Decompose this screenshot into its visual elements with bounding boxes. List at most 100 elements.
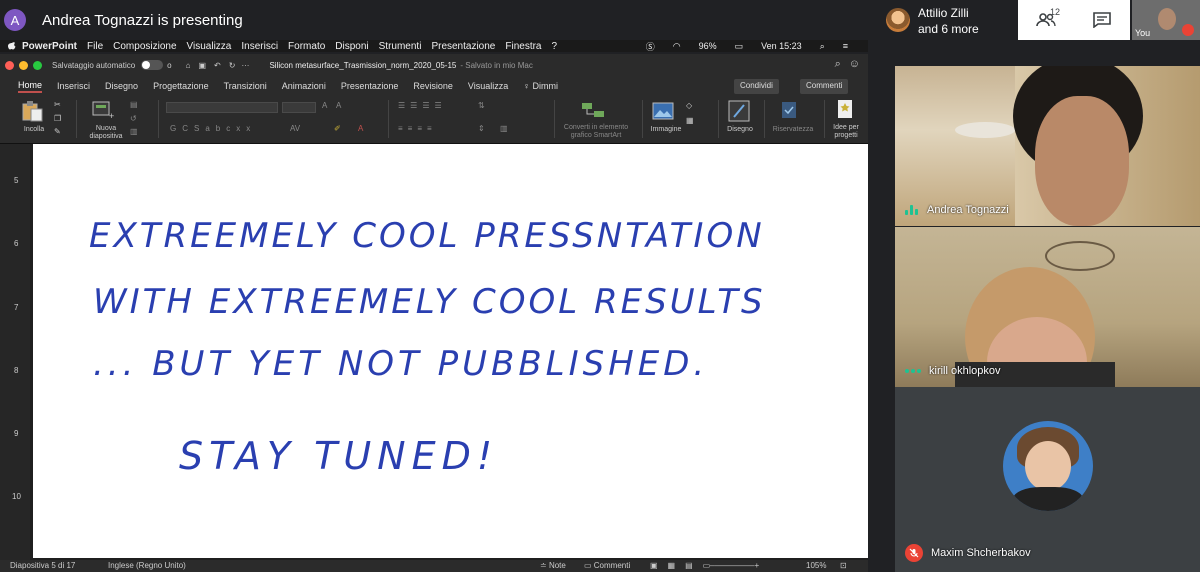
- autosave-toggle[interactable]: [141, 60, 164, 70]
- slide-text-line[interactable]: WITH EXTREEMELY COOL RESULTS: [93, 282, 766, 322]
- slide-text-line[interactable]: EXTREEMELY COOL PRESSNTATION: [89, 216, 765, 256]
- autosave-state: o: [167, 60, 172, 70]
- shapes-icon[interactable]: ◇: [686, 101, 692, 110]
- slide-canvas[interactable]: EXTREEMELY COOL PRESSNTATION WITH EXTREE…: [33, 144, 868, 558]
- tab-inserisci[interactable]: Inserisci: [57, 81, 90, 91]
- notes-button[interactable]: ≐ Note: [540, 561, 566, 570]
- comments-button[interactable]: Commenti: [800, 79, 849, 94]
- shrink-font-icon[interactable]: A: [336, 101, 341, 110]
- home-icon[interactable]: ⌂: [186, 61, 191, 70]
- new-slide-icon[interactable]: +: [92, 100, 116, 120]
- tab-progettazione[interactable]: Progettazione: [153, 81, 209, 91]
- zoom-window-button[interactable]: [33, 60, 42, 70]
- control-center-icon[interactable]: ≡: [843, 41, 848, 51]
- fit-slide-icon[interactable]: ⊡: [840, 561, 847, 570]
- smartart-icon[interactable]: [580, 100, 608, 120]
- copy-icon[interactable]: ❐: [54, 114, 61, 123]
- clock[interactable]: Ven 15:23: [761, 41, 802, 51]
- font-format-icons[interactable]: GCSabcxx: [170, 124, 256, 133]
- tab-visualizza[interactable]: Visualizza: [468, 81, 508, 91]
- participant-tile[interactable]: kirill okhlopkov: [895, 227, 1200, 387]
- menu-help[interactable]: ?: [552, 41, 558, 52]
- tab-presentazione[interactable]: Presentazione: [341, 81, 399, 91]
- skype-icon[interactable]: Ⓢ: [646, 40, 655, 53]
- reset-icon[interactable]: ↺: [130, 114, 137, 123]
- tab-dimmi-label: Dimmi: [532, 81, 559, 91]
- chandelier: [1045, 241, 1115, 271]
- menu-composizione[interactable]: Composizione: [113, 41, 176, 52]
- ribbon-separator: [718, 100, 719, 138]
- participant-name: kirill okhlopkov: [929, 365, 1001, 377]
- save-icon[interactable]: ▣: [198, 61, 206, 70]
- account-icon[interactable]: ☺: [849, 58, 860, 71]
- tab-disegno[interactable]: Disegno: [105, 81, 138, 91]
- close-window-button[interactable]: [5, 60, 14, 70]
- tab-transizioni[interactable]: Transizioni: [224, 81, 267, 91]
- spotlight-icon[interactable]: ⌕: [820, 41, 825, 52]
- arrange-icon[interactable]: ▦: [686, 116, 694, 125]
- cut-icon[interactable]: ✂: [54, 100, 61, 109]
- ruler-mark: 6: [14, 239, 19, 248]
- ruler-mark: 7: [14, 303, 19, 312]
- format-painter-icon[interactable]: ✎: [54, 127, 61, 136]
- sensitivity-label: Riservatezza: [772, 126, 814, 133]
- zoom-level[interactable]: 105%: [806, 561, 826, 570]
- char-spacing-icon[interactable]: AV: [290, 124, 300, 133]
- tab-revisione[interactable]: Revisione: [413, 81, 453, 91]
- font-size-field[interactable]: [282, 102, 316, 113]
- sensitivity-icon[interactable]: [780, 100, 798, 120]
- apple-icon[interactable]: [8, 41, 16, 50]
- font-color-icon[interactable]: A: [358, 124, 363, 133]
- undo-icon[interactable]: ↶: [214, 61, 221, 70]
- battery-icon: ▭: [734, 40, 744, 51]
- self-video-tile[interactable]: You: [1132, 0, 1200, 40]
- slide-text-line[interactable]: ... BUT YET NOT PUBBLISHED.: [93, 344, 708, 384]
- image-label: Immagine: [650, 126, 682, 133]
- columns-icon[interactable]: ▥: [500, 124, 508, 133]
- designer-icon[interactable]: [728, 100, 750, 122]
- participant-tile[interactable]: Andrea Tognazzi: [895, 66, 1200, 226]
- image-icon[interactable]: [652, 102, 674, 120]
- people-button[interactable]: 12: [1018, 0, 1074, 40]
- section-icon[interactable]: ▥: [130, 127, 138, 136]
- zoom-slider[interactable]: –—————+: [710, 561, 759, 570]
- design-ideas-icon[interactable]: [836, 98, 854, 120]
- battery-level[interactable]: 96%: [699, 41, 717, 51]
- wifi-icon[interactable]: ◠: [673, 41, 681, 52]
- participant-tile[interactable]: Maxim Shcherbakov: [895, 387, 1200, 572]
- grow-font-icon[interactable]: A: [322, 101, 327, 110]
- menu-strumenti[interactable]: Strumenti: [379, 41, 422, 52]
- list-icons[interactable]: ☰☰☰☰: [398, 101, 447, 110]
- menu-inserisci[interactable]: Inserisci: [241, 41, 278, 52]
- menu-app[interactable]: PowerPoint: [22, 41, 77, 52]
- text-direction-icon[interactable]: ⇅: [478, 101, 485, 110]
- highlight-icon[interactable]: ✐: [334, 124, 341, 133]
- meet-top-right: Attilio Zilli and 6 more 12 You: [880, 0, 1200, 40]
- self-label: You: [1135, 28, 1151, 38]
- tab-animazioni[interactable]: Animazioni: [282, 81, 326, 91]
- menu-formato[interactable]: Formato: [288, 41, 325, 52]
- menu-presentazione[interactable]: Presentazione: [431, 41, 495, 52]
- share-button[interactable]: Condividi: [734, 79, 779, 94]
- document-save-status: - Salvato in mio Mac: [460, 60, 533, 70]
- paste-icon[interactable]: [20, 100, 46, 122]
- align-icons[interactable]: ≡≡≡≡: [398, 124, 437, 133]
- tab-home[interactable]: Home: [18, 80, 43, 93]
- search-icon[interactable]: ⌕: [835, 58, 841, 71]
- slide-text-line[interactable]: STAY TUNED!: [179, 434, 498, 478]
- more-icon[interactable]: ···: [241, 61, 249, 70]
- layout-icon[interactable]: ▤: [130, 100, 138, 109]
- align-text-icon[interactable]: ⇕: [478, 124, 485, 133]
- status-comments-button[interactable]: ▭ Commenti: [584, 561, 630, 570]
- chat-button[interactable]: [1074, 0, 1130, 40]
- menu-file[interactable]: File: [87, 41, 103, 52]
- minimize-window-button[interactable]: [19, 60, 28, 70]
- participant-avatar: [886, 8, 910, 32]
- menu-finestra[interactable]: Finestra: [505, 41, 541, 52]
- font-name-field[interactable]: [166, 102, 278, 113]
- redo-icon[interactable]: ↻: [229, 61, 236, 70]
- menu-disponi[interactable]: Disponi: [335, 41, 368, 52]
- tab-dimmi[interactable]: ♀ Dimmi: [523, 81, 558, 91]
- language-indicator[interactable]: Inglese (Regno Unito): [108, 561, 186, 570]
- menu-visualizza[interactable]: Visualizza: [187, 41, 232, 52]
